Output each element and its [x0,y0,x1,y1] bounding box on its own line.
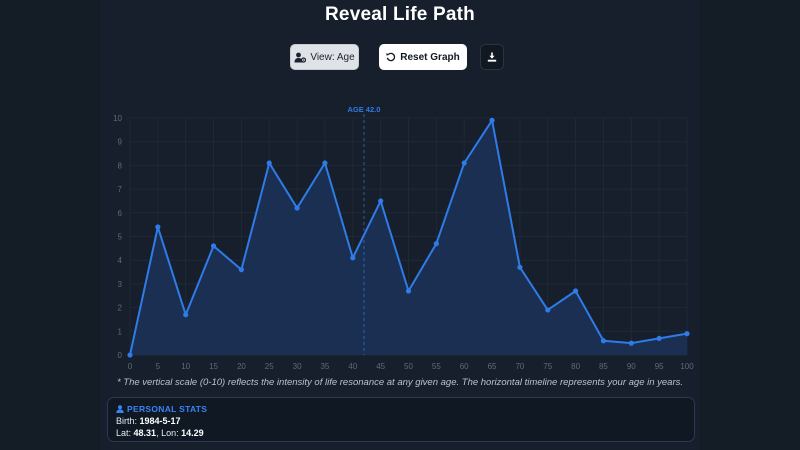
x-tick-label: 35 [320,362,329,371]
data-point [155,224,161,230]
x-tick-label: 95 [655,362,664,371]
y-tick-label: 7 [118,185,123,194]
x-tick-label: 5 [156,362,161,371]
view-age-button[interactable]: View: Age [290,44,359,70]
data-point [322,160,328,166]
user-gear-icon [294,52,307,63]
stats-header: PERSONAL STATS [116,403,686,415]
lon-value: 14.29 [181,428,204,438]
data-point [489,117,495,123]
x-tick-label: 40 [348,362,357,371]
y-tick-label: 2 [118,304,123,313]
view-age-label: View: Age [310,51,355,63]
x-tick-label: 75 [543,362,552,371]
y-tick-label: 5 [118,233,123,242]
x-tick-label: 10 [181,362,190,371]
x-tick-label: 0 [128,362,133,371]
birth-label: Birth: [116,416,138,426]
data-point [238,267,244,273]
user-icon [116,405,124,413]
x-tick-label: 55 [432,362,441,371]
rotate-left-icon [386,52,396,62]
x-tick-label: 30 [293,362,302,371]
stats-coords-line: Lat: 48.31, Lon: 14.29 [116,428,204,438]
x-tick-label: 60 [460,362,469,371]
y-tick-label: 8 [118,161,123,170]
data-point [266,160,272,166]
x-tick-label: 45 [376,362,385,371]
x-tick-label: 100 [680,362,694,371]
download-icon [487,52,497,62]
data-point [656,335,662,342]
x-tick-label: 25 [265,362,274,371]
data-point [684,331,690,337]
y-tick-label: 6 [118,209,123,218]
lat-label: Lat: [116,428,132,438]
chart-svg: 0123456789100 5 10 15 20 25 30 35 40 45 50 55 60 65 70… [113,105,694,371]
page-title: Reveal Life Path [325,4,475,25]
x-tick-label: 80 [571,362,580,371]
birth-value: 1984-5-17 [139,416,181,426]
data-point [628,340,634,346]
y-tick-label: 0 [118,351,123,360]
x-tick-label: 15 [209,362,218,371]
x-tick-label: 70 [515,362,524,371]
data-point [461,160,467,166]
lon-label: Lon: [161,428,179,438]
x-tick-label: 50 [404,362,413,371]
x-tick-label: 20 [237,362,246,371]
reset-graph-label: Reset Graph [400,51,460,63]
y-tick-label: 9 [118,138,123,147]
age-marker-label: AGE 42.0 [347,105,380,114]
data-point [350,255,356,261]
reset-graph-button[interactable]: Reset Graph [379,44,467,70]
data-point [573,288,579,294]
personal-stats-panel: PERSONAL STATS Birth: 1984-5-17 Lat: 48.… [107,397,695,442]
stats-header-label: PERSONAL STATS [127,404,208,414]
toolbar: View: Age Reset Graph [0,44,800,70]
data-point [210,243,217,249]
y-tick-label: 3 [118,280,123,289]
data-point [433,241,439,247]
y-tick-label: 4 [118,256,123,265]
stats-birth-line: Birth: 1984-5-17 [116,415,686,427]
data-point [294,205,300,211]
x-tick-label: 85 [599,362,608,371]
data-point [405,288,412,294]
data-point [517,264,523,270]
data-point [378,198,384,204]
life-path-chart: 0 1 2 3 4 5 6 7 8 9 10 0 5 10 15 20 25 30 35 40 45 50 55 60 65 70… [0,100,800,380]
x-tick-label: 65 [488,362,497,371]
y-tick-label: 1 [118,327,123,336]
chart-footnote: * The vertical scale (0-10) reflects the… [116,377,684,388]
data-point [545,307,551,313]
data-point [183,312,189,318]
lat-value: 48.31 [133,428,157,438]
y-tick-label: 10 [113,114,122,123]
data-point [127,352,133,358]
download-button[interactable] [480,44,504,70]
x-tick-label: 90 [627,362,636,371]
data-point [600,338,607,344]
